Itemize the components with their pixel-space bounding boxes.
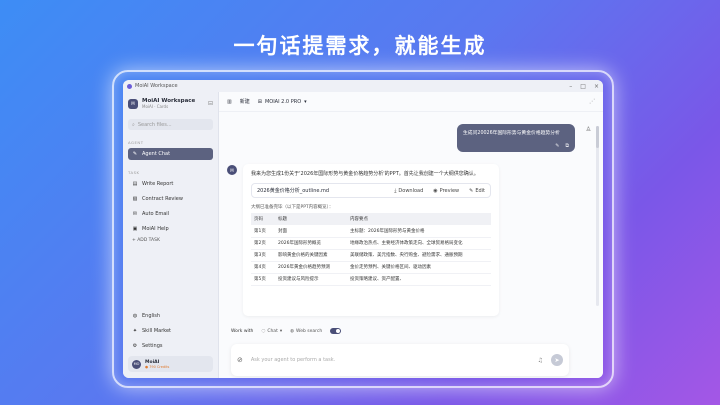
chat-mode-icon: ◌ [261,328,266,334]
panel-icon[interactable]: ▥ [227,99,232,105]
file-name: 2026黄金价格分析_outline.md [257,188,330,194]
sidebar-item-skill-market[interactable]: ✦ Skill Market [128,325,213,337]
add-task-button[interactable]: + ADD TASK [128,238,213,243]
close-icon[interactable]: × [594,83,599,90]
user-message-text: 生成问20026年国际形势与黄金价格趋势分析 [463,131,560,136]
assistant-intro-text: 我来为您生成1份关于'2026年国际形势与黄金价格趋势分析'的PPT。首先让我创… [251,171,479,177]
message-composer: ⊘ Ask your agent to perform a task. ♫ ➤ [231,344,569,376]
contract-icon: ▧ [132,196,138,202]
send-button[interactable]: ➤ [551,354,563,366]
sidebar-item-moiai-help[interactable]: ▣ MoiAI Help [128,223,213,235]
table-row: 第5页 投资建议与风险提示 投资策略建议、资产配置、 [251,273,491,286]
sidebar-item-settings[interactable]: ⚙ Settings [128,340,213,352]
eye-icon: ◉ [433,187,438,194]
workspace-header[interactable]: M MoiAI Workspace MoiAI · Cards ⊟ [128,98,213,109]
search-icon: ⌕ [132,121,135,128]
share-icon[interactable]: ⋰ [589,98,595,105]
table-row: 第3页 影响黄金价格的关键因素 美联储政策、美元指数、央行购金、避险需求、通胀预… [251,249,491,262]
user-message-bubble: 生成问20026年国际形势与黄金价格趋势分析 ✎ ⧉ [457,124,575,152]
sidebar-item-write-report[interactable]: ▤ Write Report [128,178,213,190]
download-icon: ⤓ [394,187,397,194]
language-selector[interactable]: ◍ English [128,310,213,322]
document-icon: ▤ [132,181,138,187]
outline-table: 页码 标题 内容要点 第1页 封面 主标题：2026年国际形势与黄金价格 第2页 [251,213,491,286]
mail-icon: ✉ [132,211,138,217]
sidebar-item-agent-chat[interactable]: ✎ Agent Chat [128,148,213,160]
top-bar: ▥ 新建 ⊞ MOIAI 2.0 PRO ▾ ⋰ [219,92,603,112]
headline: 一句话提需求，就能生成 [233,34,487,58]
sidebar-collapse-icon[interactable]: ⊟ [208,100,213,107]
chat-scrollbar[interactable] [596,126,599,306]
title-bar: MoiAI Workspace – □ × [123,80,603,92]
search-placeholder: Search files... [137,121,172,128]
main-panel: ▥ 新建 ⊞ MOIAI 2.0 PRO ▾ ⋰ 生成问20026年国际形势与黄… [219,92,603,378]
attach-icon[interactable]: ⊘ [237,356,243,364]
window-title: MoiAI Workspace [135,83,178,89]
sidebar: M MoiAI Workspace MoiAI · Cards ⊟ ⌕ Sear… [123,92,219,378]
globe-icon: ◍ [132,313,138,319]
web-search-toggle[interactable] [330,328,342,334]
web-search-toggle-label[interactable]: ◍ Web search [290,329,322,334]
outline-label: 大纲已准备完毕（以下是PPT内容概览）： [251,205,334,210]
chat-icon: ✎ [132,151,138,157]
task-section-label: TASK [128,170,140,175]
help-icon: ▣ [132,226,138,232]
app-window: MoiAI Workspace – □ × M MoiAI Workspace … [123,80,603,378]
microphone-icon[interactable]: ♫ [538,357,543,364]
model-name: MOIAI 2.0 PRO [264,98,302,105]
globe-icon: ◍ [290,328,295,334]
maximize-icon[interactable]: □ [580,83,586,90]
table-row: 第2页 2026年国际形势概览 地缘政治热点、主要经济体政策走向、全球贸易格局变… [251,237,491,250]
edit-icon[interactable]: ✎ [555,143,559,149]
sparkle-icon: ✦ [132,328,138,334]
minimize-icon[interactable]: – [569,83,572,90]
search-input[interactable]: ⌕ Search files... [128,119,213,130]
user-credits: ● 790 Credits [145,364,170,369]
assistant-message: 我来为您生成1份关于'2026年国际形势与黄金价格趋势分析'的PPT。首先让我创… [243,164,499,316]
work-with-bar: Work with ◌ Chat ▾ ◍ Web search [231,328,342,334]
table-row: 第4页 2026年黄金价格趋势预测 金价走势预判、关键价格区间、驱动因素 [251,261,491,274]
work-with-label: Work with [231,328,254,334]
download-button[interactable]: ⤓ Download [394,188,423,194]
user-avatar-icon: ♙ [585,126,591,133]
avatar: MO [132,359,141,369]
copy-icon[interactable]: ⧉ [565,143,569,149]
gear-icon: ⚙ [132,343,138,349]
mode-selector[interactable]: ◌ Chat ▾ [261,329,282,334]
chevron-down-icon: ▾ [279,328,283,334]
workspace-sub: MoiAI · Cards [142,104,169,109]
workspace-avatar: M [128,98,138,109]
app-logo-icon [127,83,132,89]
edit-button[interactable]: ✎ Edit [469,188,485,194]
assistant-avatar: M [227,165,237,175]
message-input[interactable]: Ask your agent to perform a task. [251,357,530,363]
model-selector[interactable]: ⊞ MOIAI 2.0 PRO ▾ [258,99,307,105]
chevron-down-icon: ▾ [304,98,307,105]
file-attachment[interactable]: 2026黄金价格分析_outline.md ⤓ Download ◉ Previ… [251,183,491,198]
sidebar-item-contract-review[interactable]: ▧ Contract Review [128,193,213,205]
table-header: 页码 [251,213,275,225]
table-header: 标题 [275,213,347,225]
preview-button[interactable]: ◉ Preview [433,188,459,194]
agent-section-label: AGENT [128,140,144,145]
model-icon: ⊞ [257,98,262,105]
user-profile[interactable]: MO MoiAI ● 790 Credits [128,356,213,372]
pencil-icon: ✎ [469,187,474,194]
table-row: 第1页 封面 主标题：2026年国际形势与黄金价格 [251,225,491,238]
tab-new[interactable]: 新建 [240,98,250,105]
table-header: 内容要点 [347,213,491,225]
sidebar-item-auto-email[interactable]: ✉ Auto Email [128,208,213,220]
